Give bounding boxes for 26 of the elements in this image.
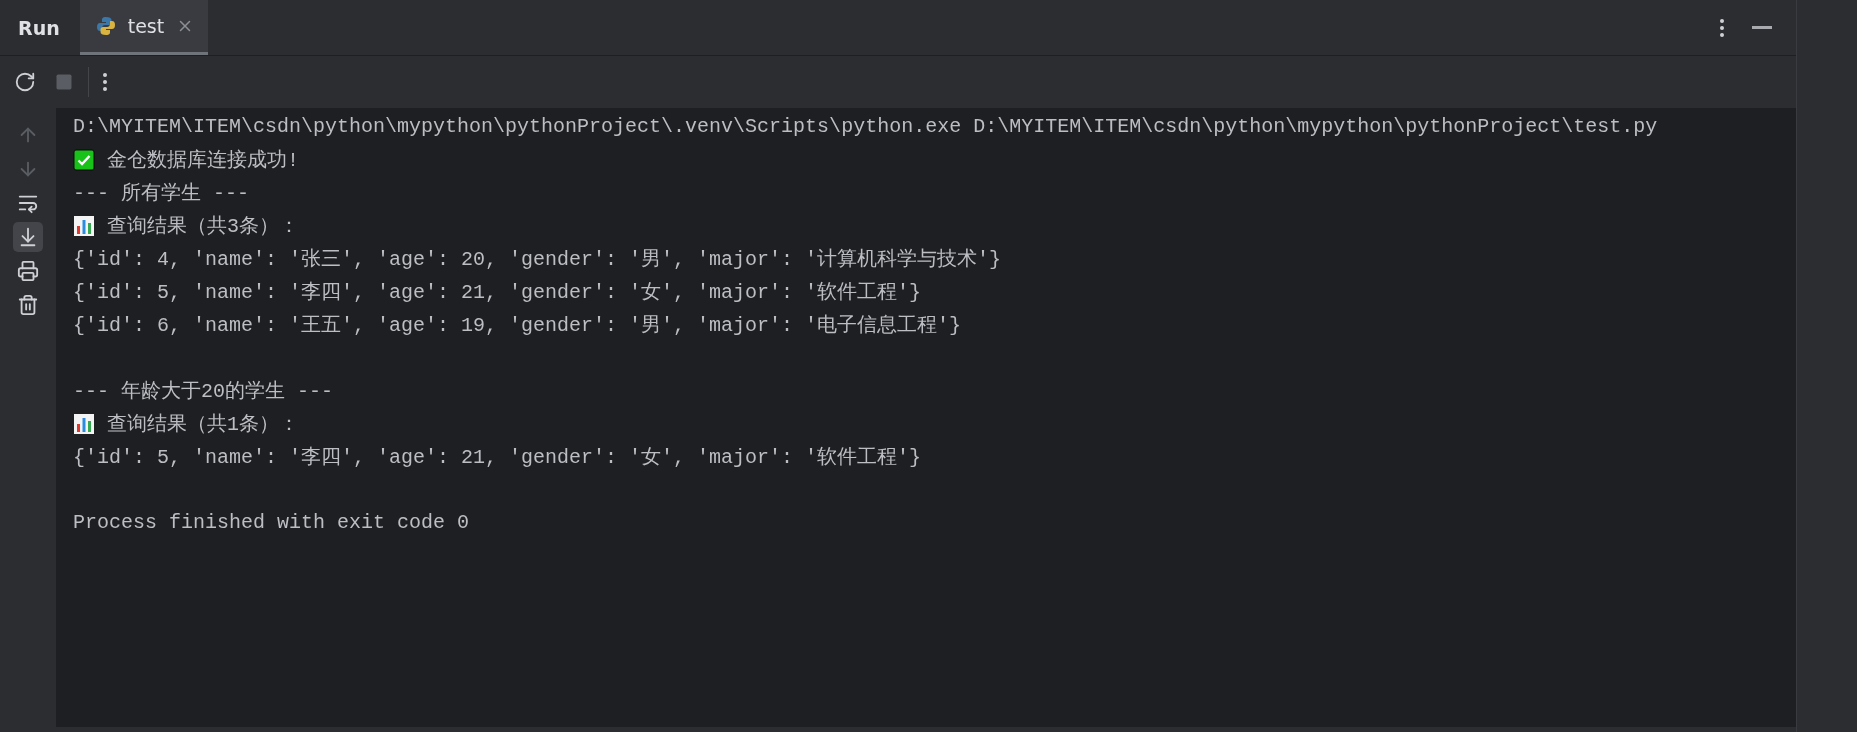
console-line: 金仓数据库连接成功! (107, 148, 299, 173)
console-line: --- 所有学生 --- (73, 181, 249, 206)
console-line: {'id': 6, 'name': '王五', 'age': 19, 'gender': '男', 'major': '电子信息工程'} (73, 313, 962, 338)
tool-window-title: Run (17, 15, 61, 41)
bar-chart-icon (73, 412, 95, 435)
minimize-icon (1752, 26, 1772, 29)
more-icon (1720, 18, 1724, 37)
tab-label: test (127, 15, 165, 37)
python-icon (95, 16, 116, 36)
console-line: 查询结果（共1条）： (107, 412, 299, 437)
console-line: --- 年龄大于20的学生 --- (73, 379, 334, 404)
trash-icon (17, 294, 39, 316)
scroll-to-end-button[interactable] (13, 222, 43, 252)
console-line: 查询结果（共3条）： (107, 214, 299, 239)
console-line: {'id': 5, 'name': '李四', 'age': 21, 'gender': '女', 'major': '软件工程'} (73, 280, 922, 305)
check-mark-icon (73, 148, 95, 171)
more-icon (103, 73, 107, 91)
stop-icon (54, 72, 74, 92)
rerun-icon (14, 71, 36, 93)
console-line: {'id': 5, 'name': '李四', 'age': 21, 'gender': '女', 'major': '软件工程'} (73, 445, 922, 470)
console-line: D:\MYITEM\ITEM\csdn\python\mypython\pythonProject\.venv\Scripts\python.exe D:\MYITEM\ITEM\csdn\python\mypython\pythonProject\test.py (73, 115, 1658, 138)
run-tab[interactable]: test (79, 0, 209, 55)
console-line: Process finished with exit code 0 (73, 511, 470, 534)
printer-icon (17, 260, 39, 282)
bar-chart-icon (73, 214, 95, 237)
console-line: {'id': 4, 'name': '张三', 'age': 20, 'gender': '男', 'major': '计算机科学与技术'} (73, 247, 1002, 272)
